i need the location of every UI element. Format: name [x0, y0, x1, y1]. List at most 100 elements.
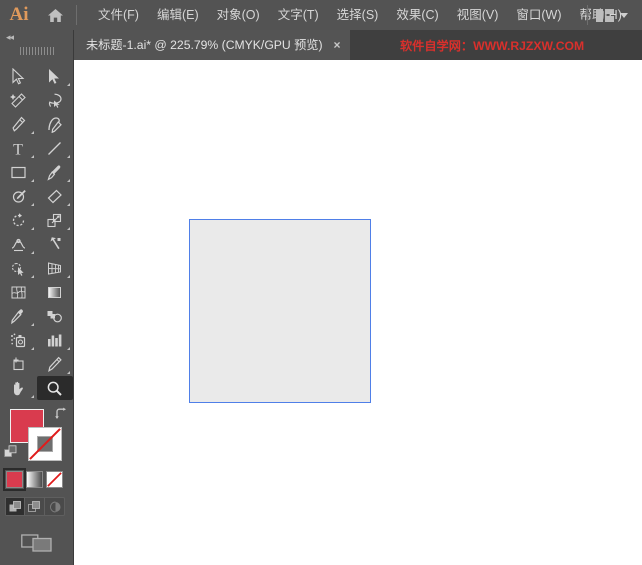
- menu-bar: Ai 文件(F) 编辑(E) 对象(O) 文字(T) 选择(S) 效果(C) 视…: [0, 0, 642, 30]
- stroke-color-swatch[interactable]: [28, 427, 62, 461]
- home-icon[interactable]: [38, 0, 72, 30]
- shaper-tool[interactable]: [0, 184, 37, 208]
- flyout-indicator-icon: [30, 131, 34, 134]
- menu-item-view[interactable]: 视图(V): [448, 3, 508, 27]
- tool-row: [0, 352, 73, 376]
- draw-mode-group: [5, 497, 65, 516]
- flyout-indicator-icon: [67, 203, 70, 206]
- gradient-fill-mode-button[interactable]: [26, 471, 43, 488]
- fill-mode-group: [0, 465, 73, 491]
- flyout-indicator-icon: [30, 395, 34, 398]
- menu-item-effect[interactable]: 效果(C): [387, 3, 447, 27]
- tool-row: [0, 304, 73, 328]
- shape-builder-tool[interactable]: [0, 256, 37, 280]
- blend-tool[interactable]: [37, 304, 74, 328]
- menu-divider-right: [587, 5, 588, 25]
- menubar-right-group: [583, 0, 642, 30]
- menu-item-window[interactable]: 窗口(W): [507, 3, 570, 27]
- flyout-indicator-icon: [30, 275, 34, 278]
- artboard-tool[interactable]: [0, 352, 37, 376]
- tool-row: [0, 112, 73, 136]
- direct-selection-tool[interactable]: [37, 64, 74, 88]
- curvature-tool[interactable]: [37, 112, 74, 136]
- flyout-indicator-icon: [30, 347, 34, 350]
- fill-stroke-controls: [0, 405, 73, 465]
- document-tab-title: 未标题-1.ai* @ 225.79% (CMYK/GPU 预览): [86, 38, 323, 52]
- swap-fill-stroke-icon[interactable]: [54, 407, 68, 421]
- tool-row: [0, 160, 73, 184]
- tool-row: [0, 208, 73, 232]
- lasso-tool[interactable]: [37, 88, 74, 112]
- document-tab-bar: 未标题-1.ai* @ 225.79% (CMYK/GPU 预览) × 软件自学…: [0, 30, 642, 60]
- mesh-tool[interactable]: [0, 280, 37, 304]
- flyout-indicator-icon: [30, 155, 34, 158]
- document-tab[interactable]: 未标题-1.ai* @ 225.79% (CMYK/GPU 预览) ×: [74, 30, 350, 60]
- stroke-none-slash-icon: [29, 428, 61, 460]
- flyout-indicator-icon: [67, 179, 70, 182]
- rotate-tool[interactable]: [0, 208, 37, 232]
- free-transform-tool[interactable]: [37, 232, 74, 256]
- change-screen-mode-button[interactable]: [0, 516, 73, 555]
- draw-behind-mode-button[interactable]: [25, 498, 45, 515]
- scale-tool[interactable]: [37, 208, 74, 232]
- tool-row: [0, 280, 73, 304]
- column-graph-tool[interactable]: [37, 328, 74, 352]
- close-icon[interactable]: ×: [334, 39, 341, 51]
- workspace-layout-icon: [596, 8, 614, 22]
- type-tool[interactable]: T: [0, 136, 37, 160]
- tool-grid: T: [0, 58, 73, 400]
- line-segment-tool[interactable]: [37, 136, 74, 160]
- perspective-grid-tool[interactable]: [37, 256, 74, 280]
- pen-tool[interactable]: [0, 112, 37, 136]
- menu-item-edit[interactable]: 编辑(E): [148, 3, 208, 27]
- eyedropper-tool[interactable]: [0, 304, 37, 328]
- tool-row: [0, 232, 73, 256]
- tool-row: [0, 88, 73, 112]
- draw-normal-mode-button[interactable]: [6, 498, 26, 515]
- tool-row: [0, 376, 73, 400]
- flyout-indicator-icon: [67, 227, 70, 230]
- magic-wand-tool[interactable]: [0, 88, 37, 112]
- svg-text:T: T: [13, 141, 23, 157]
- default-fill-stroke-icon[interactable]: [4, 445, 19, 460]
- tool-row: [0, 328, 73, 352]
- workspace-switcher-button[interactable]: [592, 6, 632, 25]
- gradient-tool[interactable]: [37, 280, 74, 304]
- tool-row: [0, 184, 73, 208]
- toolbar-grip[interactable]: [0, 44, 73, 58]
- selection-tool[interactable]: [0, 64, 37, 88]
- hand-tool[interactable]: [0, 376, 37, 400]
- flyout-indicator-icon: [30, 203, 34, 206]
- canvas-area[interactable]: [75, 60, 642, 565]
- menu-item-object[interactable]: 对象(O): [208, 3, 269, 27]
- app-logo: Ai: [9, 4, 29, 25]
- menu-item-file[interactable]: 文件(F): [89, 3, 148, 27]
- none-slash-icon: [47, 472, 62, 487]
- tool-row: [0, 256, 73, 280]
- width-tool[interactable]: [0, 232, 37, 256]
- flyout-indicator-icon: [30, 251, 34, 254]
- menu-item-type[interactable]: 文字(T): [269, 3, 328, 27]
- chevron-down-icon: [620, 12, 628, 18]
- rectangle-tool[interactable]: [0, 160, 37, 184]
- menu-item-select[interactable]: 选择(S): [328, 3, 388, 27]
- none-fill-mode-button[interactable]: [46, 471, 63, 488]
- more-tools-button[interactable]: [0, 555, 73, 565]
- flyout-indicator-icon: [30, 323, 34, 326]
- color-fill-mode-button[interactable]: [3, 468, 26, 491]
- illustrator-window: Ai 文件(F) 编辑(E) 对象(O) 文字(T) 选择(S) 效果(C) 视…: [0, 0, 642, 565]
- zoom-tool[interactable]: [36, 376, 73, 400]
- draw-inside-mode-button[interactable]: [45, 498, 64, 515]
- paintbrush-tool[interactable]: [37, 160, 74, 184]
- flyout-indicator-icon: [30, 227, 34, 230]
- tool-row: [0, 64, 73, 88]
- collapse-panel-button[interactable]: ◂◂: [0, 30, 73, 44]
- symbol-sprayer-tool[interactable]: [0, 328, 37, 352]
- flyout-indicator-icon: [67, 83, 70, 86]
- menu-items: 文件(F) 编辑(E) 对象(O) 文字(T) 选择(S) 效果(C) 视图(V…: [89, 3, 631, 27]
- tool-row: T: [0, 136, 73, 160]
- artboard[interactable]: [189, 219, 371, 403]
- tools-panel: ◂◂ T: [0, 30, 74, 565]
- slice-tool[interactable]: [37, 352, 74, 376]
- eraser-tool[interactable]: [37, 184, 74, 208]
